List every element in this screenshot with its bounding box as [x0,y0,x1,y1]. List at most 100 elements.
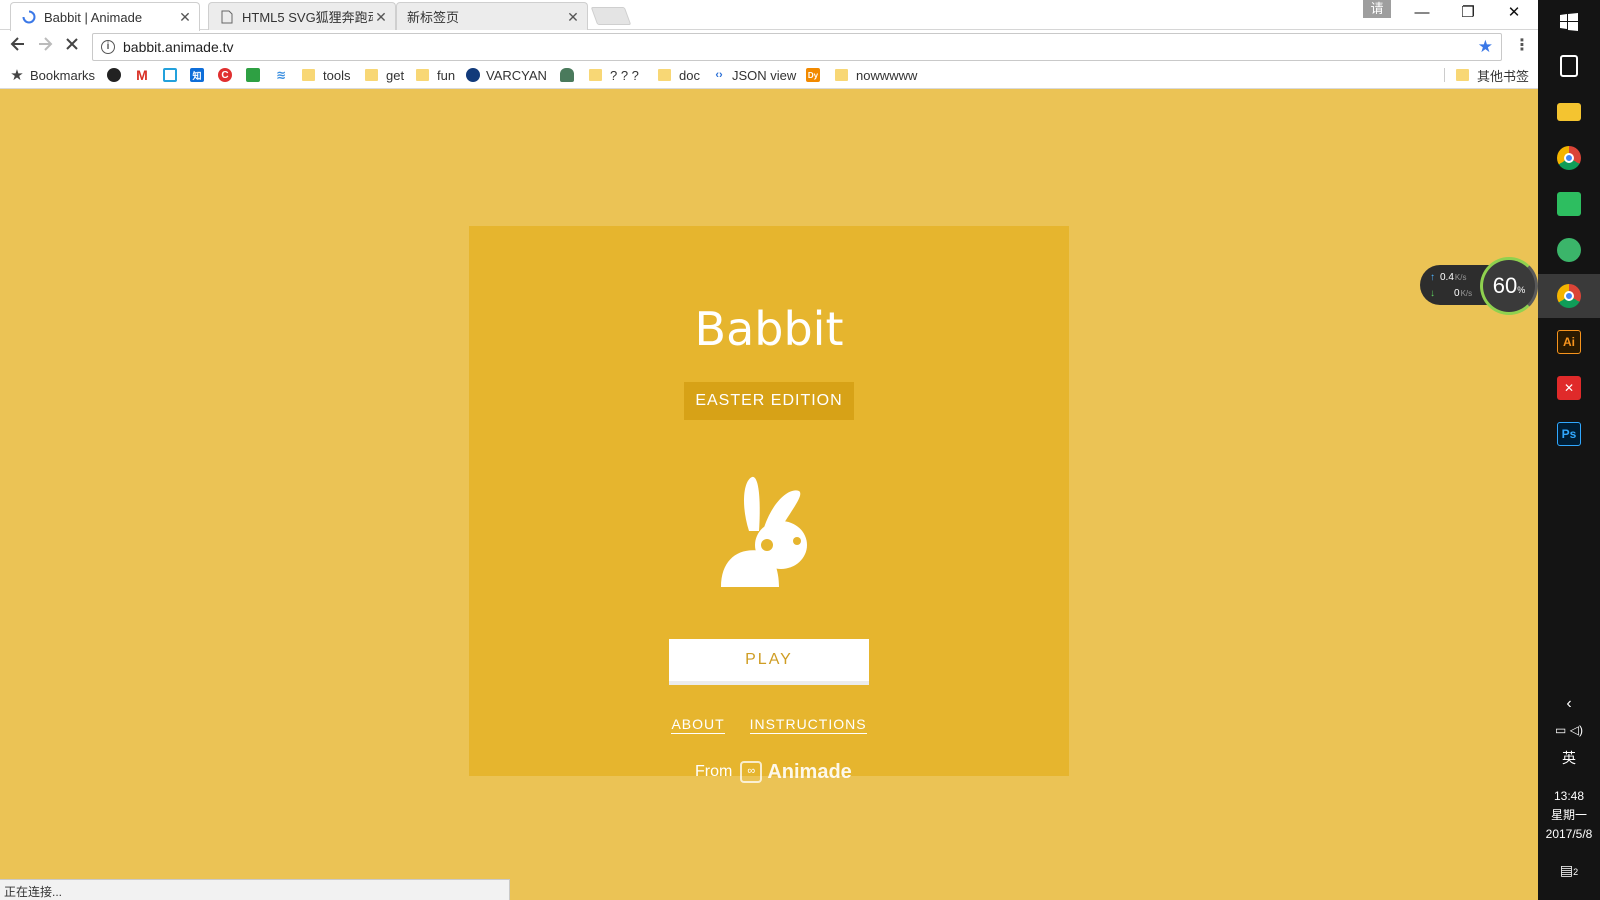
folder-icon [658,69,671,81]
bookmark-fun[interactable]: fun [416,66,455,84]
windows-start-button[interactable] [1538,0,1600,44]
bookmark-label: JSON view [732,67,797,83]
close-icon[interactable]: ✕ [373,9,389,25]
close-window-button[interactable]: ✕ [1491,0,1537,28]
instructions-link[interactable]: INSTRUCTIONS [749,716,867,734]
tab-new[interactable]: 新标签页 ✕ [396,2,588,30]
bookmark-label: ? ? ? [610,67,639,83]
bookmark-green-book[interactable] [246,66,266,84]
forward-arrow-icon [39,37,53,51]
notification-button[interactable]: ▤2 [1538,862,1600,880]
animade-logo-icon: ∞ [740,761,763,783]
status-bar: 正在连接... [0,879,510,900]
ime-language[interactable]: 英 [1538,750,1600,766]
new-tab-button[interactable] [590,7,632,25]
down-arrow-icon: ↓ [1430,288,1435,299]
chrome-app[interactable] [1538,136,1600,180]
url-text[interactable]: babbit.animade.tv [123,39,1478,55]
tab-babbit[interactable]: Babbit | Animade ✕ [10,2,200,31]
bookmark-label: nowwwww [856,67,918,83]
from-animade[interactable]: From ∞ Animade [695,758,852,786]
bookmark-other[interactable]: 其他书签 [1456,66,1529,84]
evernote-app[interactable] [1538,182,1600,226]
bookmark-question[interactable]: ? ? ? [589,66,639,84]
bookmark-star-icon[interactable]: ★ [1478,37,1493,57]
minimize-button[interactable]: — [1399,0,1445,28]
photoshop-app[interactable]: Ps [1538,412,1600,456]
windows-taskbar: Ai ✕ Ps ‹ ▭ ◁) 英 13:48 星期一 2017/5/8 ▤2 [1538,0,1600,900]
memory-gauge: 60% [1480,257,1538,315]
bookmark-dy[interactable]: Dy [806,66,826,84]
bookmark-bilibili[interactable] [163,66,183,84]
tab-label: Babbit | Animade [44,9,143,25]
bookmark-json-view[interactable]: ‹› JSON view [712,66,796,84]
bookmark-label: 其他书签 [1477,68,1530,84]
play-button[interactable]: PLAY [669,639,869,685]
bookmark-doc[interactable]: doc [658,66,700,84]
clock-weekday[interactable]: 星期一 [1538,807,1600,823]
bilibili-icon [163,68,177,82]
tab-svg-fox[interactable]: HTML5 SVG狐狸奔跑动 ✕ [208,2,396,30]
tab-bar: Babbit | Animade ✕ HTML5 SVG狐狸奔跑动 ✕ 新标签页… [0,0,1538,31]
bookmark-gmail[interactable]: M [135,66,155,84]
bookmark-varcyan[interactable]: VARCYAN [466,66,547,84]
bookmark-zhihu[interactable]: 知 [190,66,210,84]
folder-icon [365,69,378,81]
folder-icon [589,69,602,81]
green-book-icon [246,68,260,82]
chevron-left-icon[interactable]: ‹ [1538,696,1600,712]
bookmark-label: Bookmarks [30,67,96,83]
download-value: 0 [1454,288,1460,299]
menu-icon[interactable]: ⋮ [1514,37,1530,57]
battery-volume-icon[interactable]: ▭ ◁) [1538,722,1600,738]
bookmark-bookmarks[interactable]: ★ Bookmarks [10,66,95,84]
restore-button[interactable]: ❐ [1445,0,1491,28]
edition-badge: EASTER EDITION [684,382,854,420]
download-speed: ↓ 0 K/s [1430,288,1472,299]
info-icon[interactable]: i [101,40,115,54]
bookmark-tools[interactable]: tools [302,66,350,84]
stop-button[interactable] [60,35,84,59]
upload-speed: ↑ 0.4 K/s [1430,272,1466,283]
download-unit: K/s [1460,289,1473,298]
footer-links: ABOUT INSTRUCTIONS [469,716,1069,734]
illustrator-app[interactable]: Ai [1538,320,1600,364]
clock-time[interactable]: 13:48 [1538,788,1600,804]
close-icon[interactable]: ✕ [565,9,581,25]
notification-icon: ▤ [1559,862,1574,878]
forward-button[interactable] [33,35,57,59]
address-bar[interactable]: i babbit.animade.tv ★ [92,33,1502,61]
bookmark-c[interactable]: C [218,66,238,84]
bookmark-get[interactable]: get [365,66,404,84]
bookmark-label: get [386,67,405,83]
calculator-app[interactable] [1538,44,1600,88]
varcyan-icon [466,68,480,82]
browser-toolbar: i babbit.animade.tv ★ ⋮ [0,31,1538,62]
network-speed-widget[interactable]: ↑ 0.4 K/s ↓ 0 K/s 60% [1420,257,1538,315]
bookmark-blue-arrows[interactable]: ≋ [274,66,294,84]
clock-date[interactable]: 2017/5/8 [1538,826,1600,842]
from-label: From [695,763,733,780]
bookmark-label: fun [437,67,456,83]
upload-value: 0.4 [1440,272,1454,283]
gauge-value: 60 [1492,273,1518,298]
file-explorer-app[interactable] [1538,90,1600,134]
xmind-app[interactable]: ✕ [1538,366,1600,410]
bookmark-nowwwww[interactable]: nowwwww [835,66,917,84]
bookmark-github[interactable] [107,66,127,84]
game-title: Babbit [694,302,844,356]
chrome-app-active[interactable] [1538,274,1600,318]
back-button[interactable] [6,35,30,59]
bookmark-label: VARCYAN [486,67,547,83]
close-icon[interactable]: ✕ [177,9,193,25]
folder-icon [416,69,429,81]
about-link[interactable]: ABOUT [671,716,725,734]
notification-count: 2 [1573,867,1579,877]
folder-icon [302,69,315,81]
illustrator-icon: Ai [1557,330,1581,354]
bookmark-game[interactable] [560,66,580,84]
stop-icon [66,38,78,50]
bookmark-label: tools [323,67,351,83]
evernote-icon [1557,192,1581,216]
network-app[interactable] [1538,228,1600,272]
